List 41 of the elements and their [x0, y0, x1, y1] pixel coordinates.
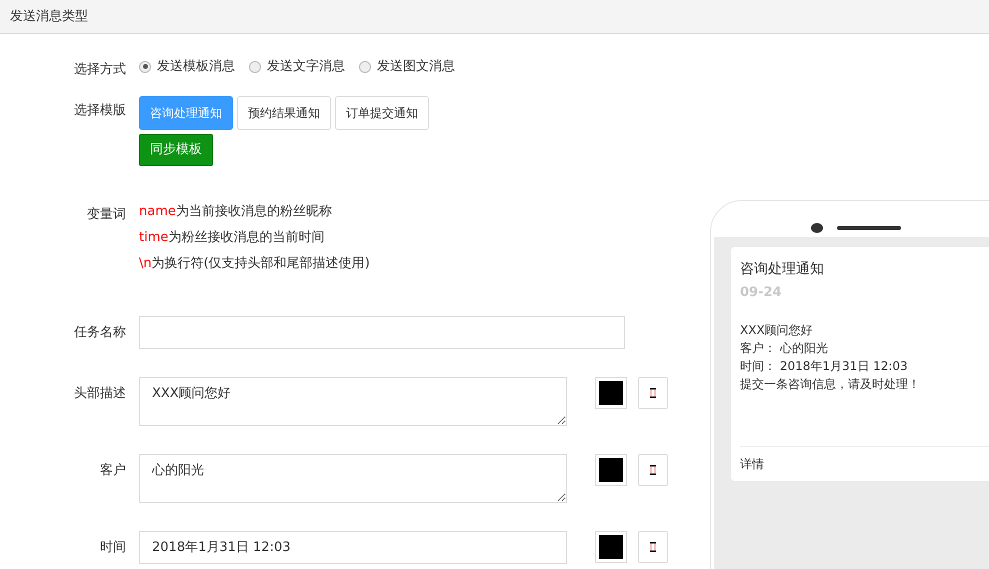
message-line: 时间： 2018年1月31日 12:03	[740, 358, 909, 374]
i-beam-icon	[650, 464, 656, 474]
variable-description: name为当前接收消息的粉丝昵称	[139, 202, 333, 220]
message-line: 提交一条咨询信息，请及时处理！	[740, 376, 921, 392]
radio-option[interactable]: 发送文字消息	[249, 54, 345, 80]
variable-description: \n为换行符(仅支持头部和尾部描述使用)	[139, 254, 370, 272]
field-label: 客户	[99, 462, 126, 480]
text-area[interactable]: XXX顾问您好	[139, 376, 567, 426]
i-beam-icon	[650, 542, 656, 552]
radio-label: 发送文字消息	[267, 58, 345, 76]
field-label: 头部描述	[73, 384, 126, 402]
radio-option[interactable]: 发送图文消息	[359, 54, 455, 80]
radio-button[interactable]	[249, 60, 261, 73]
radio-label: 发送图文消息	[377, 58, 455, 76]
camera-icon	[811, 223, 823, 233]
field-label: 选择模版	[73, 102, 126, 120]
radio-button[interactable]	[139, 60, 151, 73]
format-button[interactable]	[638, 454, 668, 486]
format-button[interactable]	[638, 376, 668, 408]
template-tab[interactable]: 预约结果通知	[237, 96, 331, 130]
template-tab[interactable]: 订单提交通知	[335, 96, 429, 130]
radio-button[interactable]	[359, 60, 371, 73]
i-beam-icon	[650, 388, 656, 398]
message-line: XXX顾问您好	[740, 322, 814, 338]
page-title: 发送消息类型	[0, 0, 989, 34]
message-line: 客户： 心的阳光	[740, 340, 829, 356]
field-label: 时间	[99, 538, 126, 556]
radio-label: 发送模板消息	[157, 58, 235, 76]
text-input[interactable]: 2018年1月31日 12:03	[139, 530, 567, 564]
field-label: 变量词	[86, 206, 126, 224]
speaker-icon	[837, 226, 901, 230]
format-button[interactable]	[638, 530, 668, 562]
sync-template-button[interactable]: 同步模板	[139, 134, 213, 166]
details-link[interactable]: 详情	[740, 446, 989, 480]
field-label: 任务名称	[73, 324, 126, 342]
variable-description: time为粉丝接收消息的当前时间	[139, 228, 326, 246]
text-input[interactable]	[139, 316, 625, 348]
message-title: 咨询处理通知	[740, 260, 825, 279]
radio-option[interactable]: 发送模板消息	[139, 54, 235, 80]
text-area[interactable]: 心的阳光	[139, 454, 567, 502]
field-label: 选择方式	[73, 61, 126, 79]
